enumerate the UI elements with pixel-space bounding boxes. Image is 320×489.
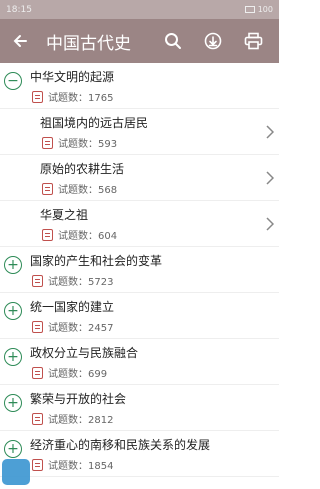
question-count: 试题数：604 [42, 227, 117, 242]
question-count: 试题数：1765 [32, 89, 113, 104]
document-icon [32, 458, 43, 471]
count-text: 试题数：2812 [48, 415, 114, 426]
download-icon [204, 32, 222, 50]
section-row[interactable]: 华夏之祖试题数：604 [0, 201, 279, 247]
page-title: 中国古代史 [46, 33, 131, 54]
row-title: 祖国境内的远古居民 [40, 116, 149, 130]
chapter-row[interactable]: + 政权分立与民族融合试题数：699 [0, 339, 279, 385]
count-text: 试题数：568 [58, 185, 118, 196]
count-text: 试题数：1765 [48, 93, 114, 104]
chapter-row[interactable]: + 统一国家的建立试题数：2457 [0, 293, 279, 339]
chapter-row[interactable]: + 国家的产生和社会的变革试题数：5723 [0, 247, 279, 293]
document-icon [32, 274, 43, 287]
document-icon [42, 182, 53, 195]
row-title: 国家的产生和社会的变革 [30, 254, 163, 268]
section-row[interactable]: 原始的农耕生活试题数：568 [0, 155, 279, 201]
status-bar: 18:15 100 [0, 0, 279, 19]
section-row[interactable]: 祖国境内的远古居民试题数：593 [0, 109, 279, 155]
print-button[interactable] [233, 19, 273, 63]
document-icon [32, 90, 43, 103]
chapter-row[interactable]: + 繁荣与开放的社会 试题数：2812 [0, 385, 279, 431]
row-title: 统一国家的建立 [30, 300, 115, 314]
expand-icon[interactable]: + [4, 256, 22, 274]
status-time: 18:15 [6, 4, 32, 15]
print-icon [244, 32, 262, 50]
count-text: 试题数：5723 [48, 277, 114, 288]
download-button[interactable] [193, 19, 233, 63]
expand-icon[interactable]: + [4, 348, 22, 366]
count-text: 试题数：1854 [48, 461, 114, 472]
chevron-right-icon[interactable] [263, 123, 277, 141]
arrow-left-icon [13, 35, 27, 47]
count-text: 试题数：593 [58, 139, 118, 150]
count-text: 试题数：699 [48, 369, 108, 380]
status-indicators: 100 [244, 5, 273, 14]
search-icon [165, 33, 181, 49]
document-icon [32, 412, 43, 425]
watermark-logo [2, 459, 30, 485]
chapter-row[interactable]: − 中华文明的起源试题数：1765 [0, 63, 279, 109]
search-button[interactable] [153, 19, 193, 63]
question-count: 试题数：699 [32, 365, 107, 380]
app-bar: 中国古代史 [0, 19, 279, 63]
row-title: 政权分立与民族融合 [30, 346, 139, 360]
document-icon [32, 320, 43, 333]
row-title: 经济重心的南移和民族关系的发展 [30, 438, 211, 452]
chevron-right-icon[interactable] [263, 169, 277, 187]
expand-icon[interactable]: + [4, 394, 22, 412]
document-icon [42, 228, 53, 241]
document-icon [32, 366, 43, 379]
expand-icon[interactable]: + [4, 440, 22, 458]
chapter-row[interactable]: + 经济重心的南移和民族关系的发展试题数：1854 [0, 431, 279, 477]
row-title: 华夏之祖 [40, 208, 89, 222]
question-count: 试题数：5723 [32, 273, 113, 288]
battery-level: 100 [257, 5, 273, 14]
question-count: 试题数：2457 [32, 319, 113, 334]
question-count: 试题数：593 [42, 135, 117, 150]
question-count: 试题数：568 [42, 181, 117, 196]
chevron-right-icon[interactable] [263, 215, 277, 233]
chapter-list: − 中华文明的起源 试题数：1765 祖国境内的远古居民 试题数：593 原始的农耕生活试… [0, 63, 279, 477]
expand-icon[interactable]: + [4, 302, 22, 320]
question-count: 试题数：1854 [32, 457, 113, 472]
row-title: 原始的农耕生活 [40, 162, 125, 176]
back-button[interactable] [6, 19, 34, 63]
count-text: 试题数：2457 [48, 323, 114, 334]
row-title: 繁荣与开放的社会 [30, 392, 127, 406]
document-icon [42, 136, 53, 149]
row-title: 中华文明的起源 [30, 70, 115, 84]
collapse-icon[interactable]: − [4, 72, 22, 90]
count-text: 试题数：604 [58, 231, 118, 242]
signal-icon [244, 6, 255, 13]
question-count: 试题数：2812 [32, 411, 113, 426]
